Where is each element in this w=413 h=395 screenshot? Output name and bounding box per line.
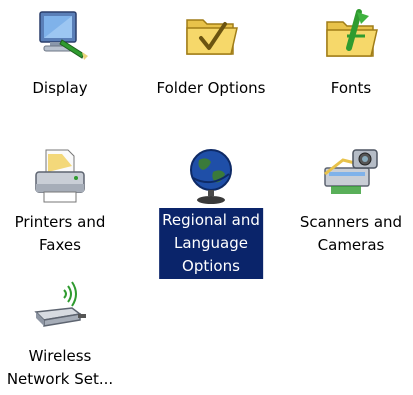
display-label: Display <box>32 79 88 97</box>
globe-icon <box>179 144 243 208</box>
fonts-label: Fonts <box>330 79 372 97</box>
printers-and-faxes-label: Printers and Faxes <box>14 213 106 254</box>
wireless-network-icon <box>28 278 92 342</box>
folder-options-label: Folder Options <box>156 79 266 97</box>
scanners-and-cameras-label: Scanners and Cameras <box>299 213 403 254</box>
regional-and-language-options-label: Regional and Language Options <box>159 208 263 279</box>
display-icon <box>28 4 92 68</box>
folder-options-icon <box>179 4 243 68</box>
scanner-camera-icon <box>319 144 383 208</box>
fonts-folder-icon <box>319 4 383 68</box>
printer-icon <box>28 144 92 208</box>
wireless-network-setup-label: Wireless Network Set... <box>6 347 114 388</box>
control-panel-icon-view: Display Folder Options Fonts Printers an… <box>0 0 413 395</box>
